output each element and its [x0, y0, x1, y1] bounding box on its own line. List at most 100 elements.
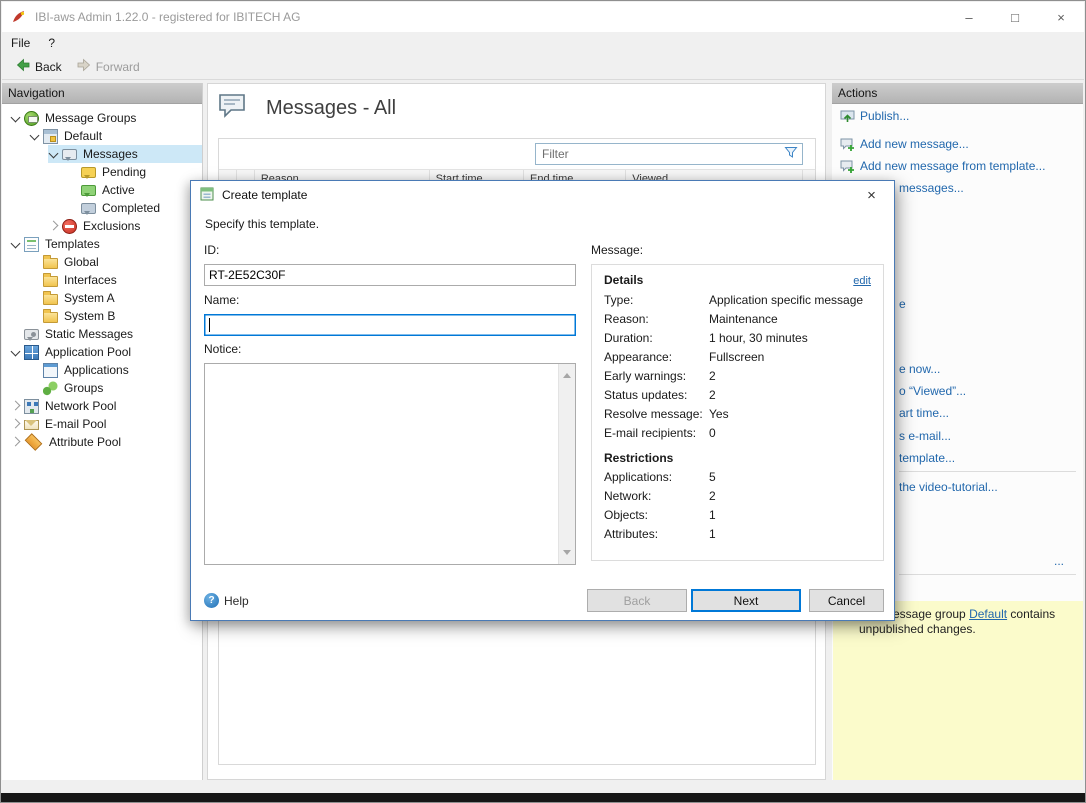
- detail-row: E-mail recipients:0: [604, 424, 871, 443]
- tree-indent: [29, 289, 40, 307]
- chevron-right-icon[interactable]: [48, 217, 59, 235]
- tree-item-completed[interactable]: Completed: [2, 199, 202, 217]
- cancel-button[interactable]: Cancel: [809, 589, 884, 612]
- back-button[interactable]: Back: [587, 589, 687, 612]
- edit-link[interactable]: edit: [853, 275, 871, 287]
- tree-item-interfaces[interactable]: Interfaces: [2, 271, 202, 289]
- name-input[interactable]: [204, 314, 576, 336]
- tree-item-network-pool[interactable]: Network Pool: [2, 397, 202, 415]
- tree-item-exclusions[interactable]: Exclusions: [2, 217, 202, 235]
- action-publish[interactable]: Publish...: [840, 108, 909, 124]
- tree-indent: [67, 163, 78, 181]
- filter-input[interactable]: [535, 143, 803, 165]
- forward-nav-button[interactable]: Forward: [69, 55, 147, 78]
- tree-item-message-groups[interactable]: Message Groups: [2, 109, 202, 127]
- tree-item-label: Global: [61, 255, 102, 269]
- minimize-button[interactable]: –: [946, 2, 992, 32]
- tree-indent: [29, 253, 40, 271]
- dialog-title: Create template: [222, 188, 307, 202]
- tree-item-groups[interactable]: Groups: [2, 379, 202, 397]
- action-link-fragment[interactable]: o “Viewed”...: [899, 383, 966, 399]
- chevron-right-icon[interactable]: [10, 433, 21, 451]
- detail-row: Type:Application specific message: [604, 291, 871, 310]
- tree-item-static-messages[interactable]: Static Messages: [2, 325, 202, 343]
- tree-item-email-pool[interactable]: E-mail Pool: [2, 415, 202, 433]
- tree-indent: [67, 181, 78, 199]
- folder-icon: [43, 294, 58, 305]
- tree-item-label: Network Pool: [42, 399, 119, 413]
- action-link-fragment[interactable]: the video-tutorial...: [899, 479, 998, 495]
- action-link-fragment[interactable]: art time...: [899, 405, 949, 421]
- notice-default-link[interactable]: Default: [969, 607, 1007, 621]
- back-label: Back: [35, 60, 62, 74]
- dialog-titlebar[interactable]: Create template ×: [191, 181, 894, 209]
- tree-item-global[interactable]: Global: [2, 253, 202, 271]
- attribute-pool-icon: [25, 433, 43, 451]
- chevron-down-icon[interactable]: [10, 235, 21, 253]
- template-icon: [199, 186, 215, 205]
- action-link-fragment[interactable]: s e-mail...: [899, 428, 951, 444]
- chevron-down-icon[interactable]: [48, 145, 59, 163]
- dialog-close-button[interactable]: ×: [849, 181, 894, 209]
- action-link-fragment[interactable]: e now...: [899, 361, 940, 377]
- detail-row: Status updates:2: [604, 386, 871, 405]
- chevron-down-icon[interactable]: [10, 343, 21, 361]
- tree-item-applications[interactable]: Applications: [2, 361, 202, 379]
- action-link-fragment[interactable]: messages...: [899, 180, 964, 196]
- application-pool-icon: [24, 345, 39, 360]
- maximize-button[interactable]: □: [992, 2, 1038, 32]
- action-link-fragment[interactable]: e: [899, 296, 906, 312]
- restriction-value: 5: [709, 468, 716, 487]
- tree-item-label: Message Groups: [42, 111, 139, 125]
- action-label: Publish...: [860, 109, 909, 123]
- restriction-label: Objects:: [604, 506, 709, 525]
- filter-text-field[interactable]: [540, 146, 780, 162]
- tree-indent: [29, 307, 40, 325]
- chevron-right-icon[interactable]: [10, 397, 21, 415]
- restriction-row: Network:2: [604, 487, 871, 506]
- detail-row: Reason:Maintenance: [604, 310, 871, 329]
- tree-item-active[interactable]: Active: [2, 181, 202, 199]
- tree-item-system-a[interactable]: System A: [2, 289, 202, 307]
- navigation-tree: Message Groups Default Messages Pending: [2, 104, 202, 451]
- next-button[interactable]: Next: [691, 589, 801, 612]
- tree-item-system-b[interactable]: System B: [2, 307, 202, 325]
- scroll-down-icon[interactable]: [563, 550, 571, 559]
- chevron-down-icon[interactable]: [29, 127, 40, 145]
- back-arrow-icon: [15, 57, 31, 76]
- notice-textarea[interactable]: [204, 363, 576, 565]
- app-logo-icon: [11, 9, 27, 25]
- page-title: Messages - All: [266, 97, 396, 120]
- message-label: Message:: [591, 243, 643, 257]
- detail-value: 0: [709, 424, 716, 443]
- menu-file[interactable]: File: [2, 36, 39, 50]
- detail-row: Appearance:Fullscreen: [604, 348, 871, 367]
- tree-item-messages[interactable]: Messages: [2, 145, 202, 163]
- chevron-right-icon[interactable]: [10, 415, 21, 433]
- back-nav-button[interactable]: Back: [8, 55, 69, 78]
- action-link-fragment[interactable]: ...: [1054, 553, 1064, 569]
- tree-item-application-pool[interactable]: Application Pool: [2, 343, 202, 361]
- dialog-subtitle: Specify this template.: [205, 217, 319, 231]
- add-message-icon: [840, 137, 855, 152]
- scrollbar[interactable]: [558, 364, 575, 564]
- tree-item-templates[interactable]: Templates: [2, 235, 202, 253]
- action-add-message-from-template[interactable]: Add new message from template...: [840, 158, 1045, 174]
- action-label: Add new message from template...: [860, 159, 1045, 173]
- id-input[interactable]: [204, 264, 576, 286]
- tree-indent: [29, 379, 40, 397]
- tree-item-attribute-pool[interactable]: Attribute Pool: [2, 433, 202, 451]
- scroll-up-icon[interactable]: [563, 369, 571, 378]
- tree-item-default[interactable]: Default: [2, 127, 202, 145]
- id-label: ID:: [204, 243, 219, 257]
- exclusions-icon: [62, 219, 77, 234]
- help-link[interactable]: Help: [204, 593, 249, 608]
- tree-item-pending[interactable]: Pending: [2, 163, 202, 181]
- action-add-new-message[interactable]: Add new message...: [840, 136, 969, 152]
- groups-icon: [43, 381, 58, 396]
- action-link-fragment[interactable]: template...: [899, 450, 955, 466]
- completed-icon: [81, 203, 96, 214]
- menu-help[interactable]: ?: [39, 36, 64, 50]
- chevron-down-icon[interactable]: [10, 109, 21, 127]
- close-button[interactable]: ×: [1038, 2, 1084, 32]
